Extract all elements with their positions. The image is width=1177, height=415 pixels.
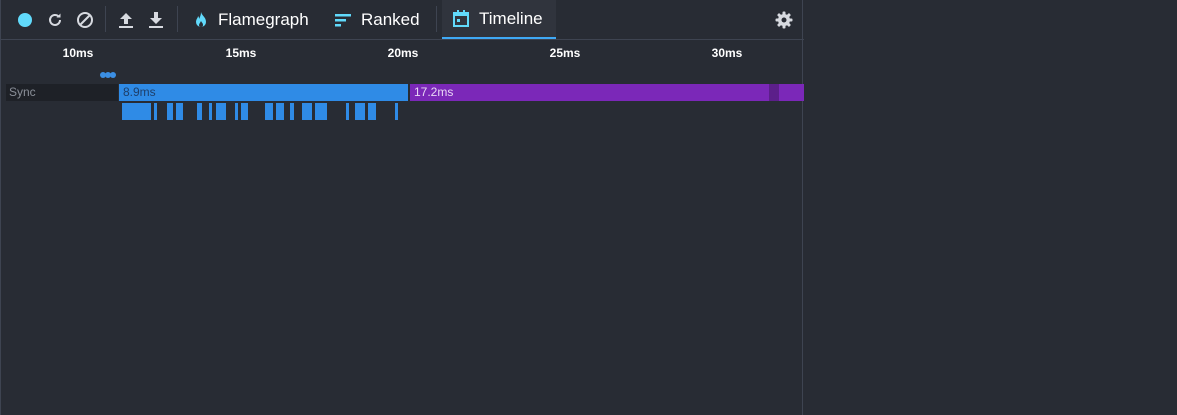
settings-button[interactable] bbox=[773, 0, 795, 39]
tab-timeline[interactable]: Timeline bbox=[442, 0, 556, 39]
reload-and-profile-button[interactable] bbox=[44, 0, 66, 39]
tick-label: 30ms bbox=[711, 46, 743, 60]
tick-label: 15ms bbox=[225, 46, 257, 60]
component-render-block[interactable] bbox=[241, 103, 248, 120]
component-render-block[interactable] bbox=[154, 103, 157, 120]
reload-icon bbox=[49, 13, 61, 26]
tab-ranked[interactable]: Ranked bbox=[325, 0, 430, 39]
component-render-block[interactable] bbox=[176, 103, 183, 120]
profiler-panel: Flamegraph Ranked Timeline 10ms 15ms 20m… bbox=[0, 0, 804, 415]
component-render-block[interactable] bbox=[122, 103, 151, 120]
tab-ranked-label: Ranked bbox=[361, 9, 420, 29]
tick-label: 10ms bbox=[62, 46, 94, 60]
component-render-block[interactable] bbox=[265, 103, 273, 120]
record-button[interactable] bbox=[14, 0, 36, 39]
download-icon bbox=[149, 11, 163, 28]
component-render-block[interactable] bbox=[276, 103, 284, 120]
clear-icon bbox=[77, 11, 93, 28]
component-render-block[interactable] bbox=[290, 103, 294, 120]
tick-label: 25ms bbox=[549, 46, 581, 60]
load-profile-button[interactable] bbox=[115, 0, 137, 39]
render-bar[interactable]: 8.9ms bbox=[119, 84, 408, 101]
component-render-block[interactable] bbox=[235, 103, 238, 120]
toolbar-separator bbox=[105, 6, 106, 32]
clear-button[interactable] bbox=[74, 0, 96, 39]
render-duration-label: 8.9ms bbox=[123, 85, 156, 99]
event-marker[interactable] bbox=[110, 72, 116, 78]
component-render-block[interactable] bbox=[302, 103, 312, 120]
component-render-block[interactable] bbox=[355, 103, 365, 120]
component-render-block[interactable] bbox=[197, 103, 202, 120]
timeline-ruler: 10ms 15ms 20ms 25ms 30ms bbox=[1, 40, 804, 80]
commit-duration-label: 17.2ms bbox=[414, 85, 454, 99]
gear-icon bbox=[775, 11, 793, 28]
tick-label: 20ms bbox=[387, 46, 419, 60]
toolbar-separator bbox=[177, 6, 178, 32]
component-render-block[interactable] bbox=[315, 103, 327, 120]
commit-bar[interactable]: 17.2ms bbox=[410, 84, 804, 101]
tab-flamegraph[interactable]: Flamegraph bbox=[184, 0, 319, 39]
tab-timeline-label: Timeline bbox=[479, 8, 543, 28]
calendar-icon bbox=[453, 10, 469, 27]
component-render-block[interactable] bbox=[368, 103, 376, 120]
component-render-block[interactable] bbox=[209, 103, 212, 120]
record-dot-icon bbox=[18, 12, 32, 27]
component-render-block[interactable] bbox=[346, 103, 349, 120]
ranked-icon bbox=[335, 13, 351, 27]
commit-bar-segment bbox=[769, 84, 779, 101]
flame-icon bbox=[194, 11, 208, 29]
sync-lane-label: Sync bbox=[6, 84, 118, 101]
upload-icon bbox=[119, 12, 133, 28]
tab-flamegraph-label: Flamegraph bbox=[218, 9, 309, 29]
save-profile-button[interactable] bbox=[145, 0, 167, 39]
component-render-block[interactable] bbox=[216, 103, 226, 120]
component-render-block[interactable] bbox=[395, 103, 398, 120]
profiler-toolbar: Flamegraph Ranked Timeline bbox=[1, 0, 804, 40]
toolbar-separator bbox=[436, 6, 437, 32]
component-render-block[interactable] bbox=[167, 103, 173, 120]
